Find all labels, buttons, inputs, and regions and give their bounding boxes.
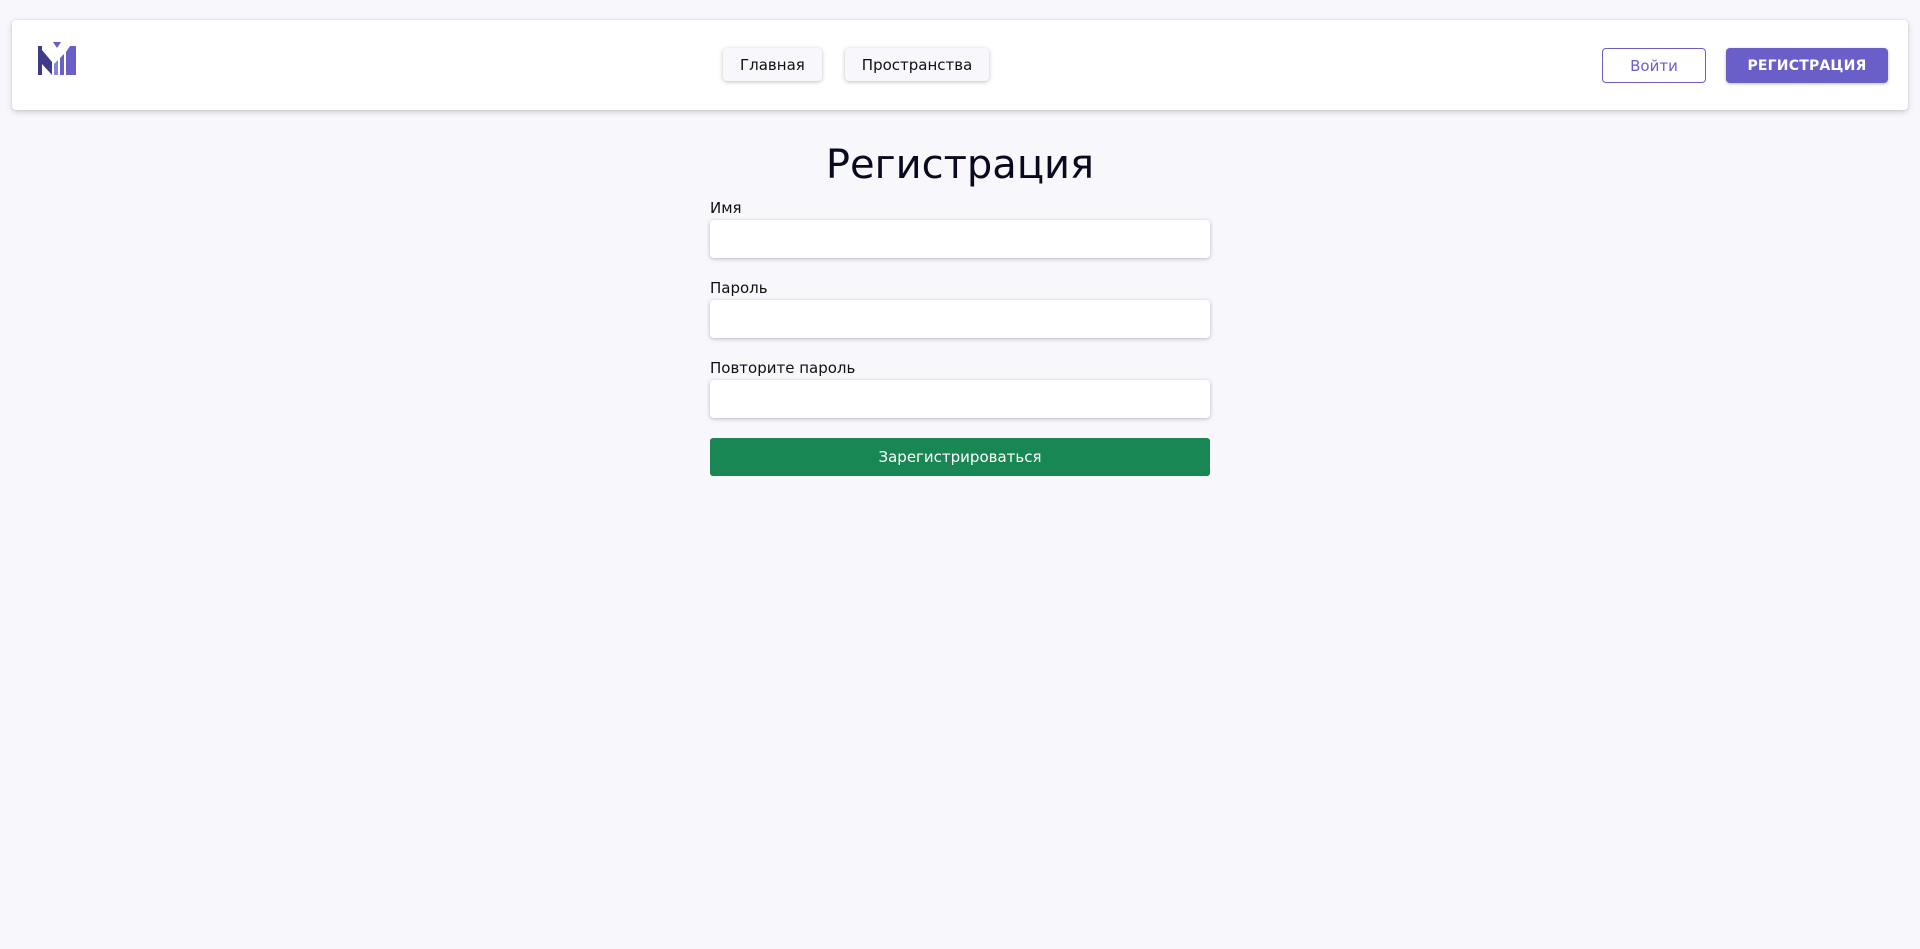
main-nav: Главная Пространства (723, 48, 990, 81)
login-button[interactable]: Войти (1602, 48, 1706, 83)
name-field-group: Имя (710, 198, 1210, 258)
registration-form: Имя Пароль Повторите пароль Зарегистриро… (710, 198, 1210, 476)
nav-home-button[interactable]: Главная (723, 48, 822, 81)
top-navbar: Главная Пространства Войти РЕГИСТРАЦИЯ (12, 20, 1908, 110)
repeat-password-field-group: Повторите пароль (710, 358, 1210, 418)
repeat-password-input[interactable] (710, 380, 1210, 418)
register-button[interactable]: РЕГИСТРАЦИЯ (1726, 48, 1888, 83)
logo-icon[interactable] (37, 42, 77, 78)
repeat-password-label: Повторите пароль (710, 359, 856, 377)
page-title: Регистрация (825, 142, 1095, 188)
name-input[interactable] (710, 220, 1210, 258)
password-input[interactable] (710, 300, 1210, 338)
submit-register-button[interactable]: Зарегистрироваться (710, 438, 1210, 476)
name-label: Имя (710, 199, 742, 217)
nav-spaces-button[interactable]: Пространства (844, 48, 990, 81)
password-label: Пароль (710, 279, 768, 297)
password-field-group: Пароль (710, 278, 1210, 338)
